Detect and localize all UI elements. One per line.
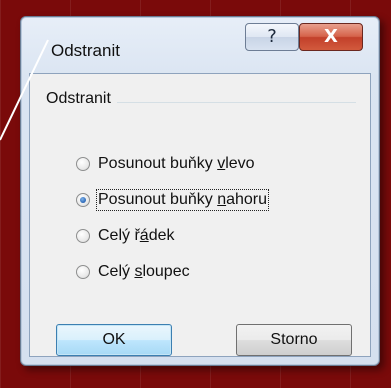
callout-pointer-line bbox=[0, 39, 49, 141]
callout-line bbox=[0, 39, 49, 141]
screen: Odstranit ? X Odstranit Posunout buňky v… bbox=[0, 0, 391, 388]
